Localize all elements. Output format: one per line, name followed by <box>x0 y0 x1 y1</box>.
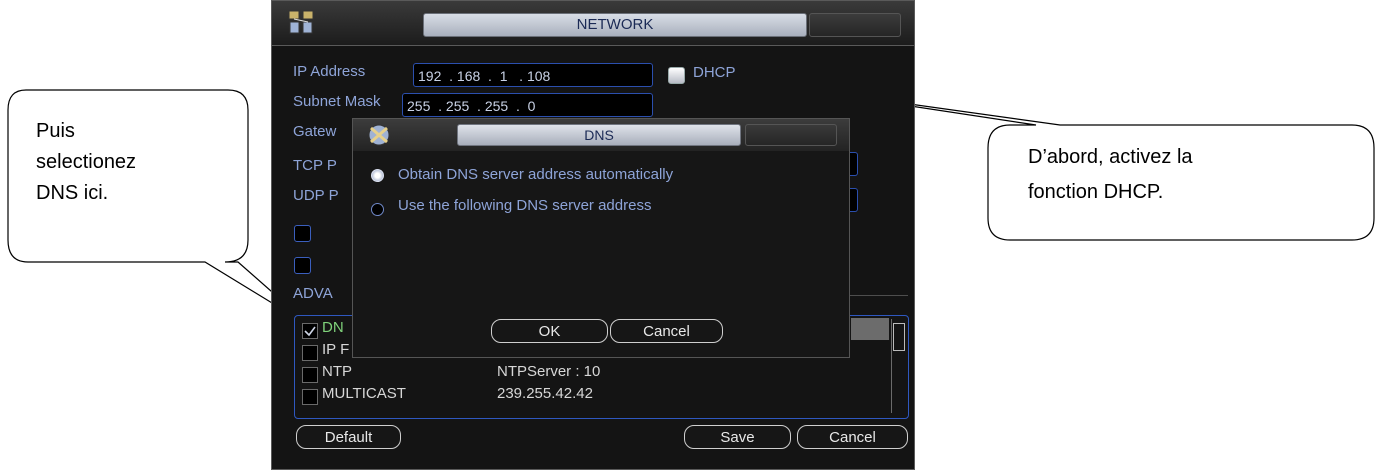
dns-ok-button[interactable]: OK <box>491 319 608 343</box>
list-row-name-ipf[interactable]: IP F <box>322 341 349 358</box>
advanced-divider <box>850 295 908 296</box>
scrollbar-thumb[interactable] <box>893 323 905 351</box>
list-row-name-dns[interactable]: DN <box>322 319 344 336</box>
dns-title-right-panel <box>745 124 837 146</box>
left-callout-line-3: DNS ici. <box>36 182 109 204</box>
udp-port-label: UDP P <box>293 187 339 204</box>
list-row-name-multicast[interactable]: MULTICAST <box>322 385 406 402</box>
use-following-dns-radio[interactable] <box>371 203 384 216</box>
save-button[interactable]: Save <box>684 425 791 449</box>
left-callout-line-1: Puis <box>36 120 75 142</box>
gateway-label: Gatew <box>293 123 337 140</box>
advanced-label: ADVA <box>293 285 333 302</box>
dhcp-label: DHCP <box>693 64 736 81</box>
use-following-dns-label[interactable]: Use the following DNS server address <box>398 197 651 214</box>
network-icon <box>288 10 314 34</box>
list-scrollbar[interactable] <box>891 319 906 413</box>
obtain-dns-auto-label[interactable]: Obtain DNS server address automatically <box>398 166 673 183</box>
dns-dialog: DNS Obtain DNS server address automatica… <box>352 118 850 358</box>
list-row-value-multicast: 239.255.42.42 <box>497 385 593 402</box>
cancel-button[interactable]: Cancel <box>797 425 908 449</box>
option-checkbox-2[interactable] <box>294 257 311 274</box>
list-row-checkbox-ipf[interactable] <box>302 345 318 361</box>
list-row-selected-highlight <box>851 318 889 340</box>
list-row-checkbox-multicast[interactable] <box>302 389 318 405</box>
ip-address-field[interactable]: 192 . 168 . 1 . 108 <box>413 63 653 87</box>
right-callout-text: D’abord, activez la fonction DHCP. <box>1028 140 1193 210</box>
tcp-port-label: TCP P <box>293 157 337 174</box>
left-callout-text: Puis selectionez DNS ici. <box>36 116 136 209</box>
list-row-name-ntp[interactable]: NTP <box>322 363 352 380</box>
network-title: NETWORK <box>423 13 807 37</box>
dns-cancel-button[interactable]: Cancel <box>610 319 723 343</box>
network-titlebar: NETWORK <box>272 1 914 46</box>
obtain-dns-auto-radio[interactable] <box>371 169 384 182</box>
dhcp-checkbox[interactable] <box>668 67 685 84</box>
right-callout-line-1: D’abord, activez la <box>1028 146 1193 168</box>
left-callout-line-2: selectionez <box>36 151 137 173</box>
title-bar-right-panel <box>809 13 901 37</box>
subnet-mask-label: Subnet Mask <box>293 93 381 110</box>
dns-titlebar: DNS <box>353 119 849 151</box>
ip-address-label: IP Address <box>293 63 366 80</box>
subnet-mask-field[interactable]: 255 . 255 . 255 . 0 <box>402 93 653 117</box>
option-checkbox-1[interactable] <box>294 225 311 242</box>
right-callout-line-2: fonction DHCP. <box>1028 181 1164 203</box>
default-button[interactable]: Default <box>296 425 401 449</box>
dns-title: DNS <box>457 124 741 146</box>
check-icon <box>304 326 316 337</box>
dns-globe-icon <box>368 124 390 146</box>
list-row-value-ntp: NTPServer : 10 <box>497 363 601 380</box>
list-row-checkbox-ntp[interactable] <box>302 367 318 383</box>
list-row-checkbox-dns[interactable] <box>302 323 318 339</box>
